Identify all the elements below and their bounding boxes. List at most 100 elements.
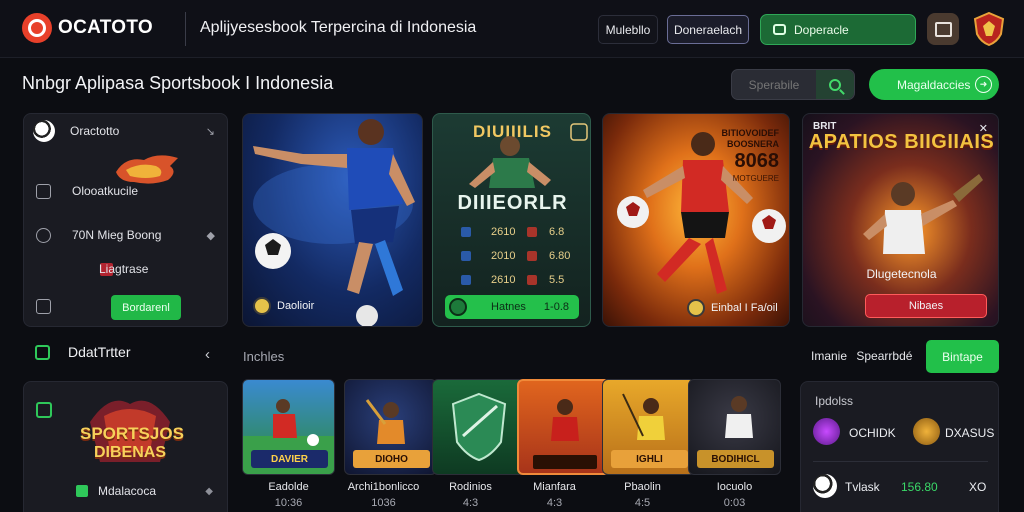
site-tagline: Aplijyesesbook Terpercina di Indonesia	[200, 19, 477, 36]
game-label: DAVIER	[251, 450, 328, 468]
odds-value: 2610	[491, 226, 516, 238]
odds-row[interactable]: 2610 6.8	[445, 221, 579, 243]
register-button[interactable]: Doneraelach	[667, 15, 749, 44]
phone-icon: ↘	[205, 125, 215, 138]
leaderboard-name: Tvlask	[845, 480, 880, 494]
message-icon[interactable]	[927, 13, 959, 45]
coin-icon	[253, 297, 271, 315]
search-field[interactable]	[731, 69, 855, 100]
promo-banner-4[interactable]: BRIT ✕ APATIOS BIIGIIAIS Dlugetecnola Ni…	[802, 113, 999, 327]
section-link-1[interactable]: Imanie	[811, 349, 847, 363]
team-badge-icon	[813, 418, 840, 445]
game-art	[533, 399, 597, 469]
sidebar-item-label: Olooatkucile	[72, 184, 139, 198]
odds-row[interactable]: 2610 5.5	[445, 269, 579, 291]
promo-banner-3[interactable]: BITIOVOIDEF BOOSNERA 8068 MOTGUERE Einba…	[602, 113, 790, 327]
chevron-down-icon: ◆	[206, 229, 215, 242]
brand-name: OCATOTO	[58, 17, 153, 38]
team-icon	[527, 251, 537, 261]
featured-row[interactable]: Mdalacoca	[76, 484, 156, 498]
odds-value: 5.5	[549, 274, 565, 286]
odds-row[interactable]: 2010 6.80	[445, 245, 579, 267]
promo-button[interactable]: Magaldaccies ➜	[869, 69, 999, 100]
page-title: Nnbgr Aplipasa Sportsbook I Indonesia	[22, 73, 334, 93]
ball-icon	[449, 298, 467, 316]
puzzle-icon	[36, 402, 52, 418]
camera-icon	[36, 299, 51, 314]
odds-value: 2010	[491, 250, 516, 262]
login-button[interactable]: Mulebllo	[598, 15, 658, 44]
section-title: DdatTrtter	[68, 344, 131, 360]
section-links: Imanie Spearrbdé	[811, 349, 918, 363]
banner-note: MOTGUERE	[732, 174, 779, 183]
game-count: 4:3	[546, 497, 563, 509]
game-tile[interactable]: BODIHICL	[688, 379, 781, 475]
divider	[185, 12, 186, 46]
banner-chip: Daolioir	[253, 294, 314, 318]
sidebar-item-oractotto[interactable]: Oractotto ↘	[24, 119, 229, 143]
chevron-left-icon[interactable]: ‹	[205, 346, 210, 363]
bet-button[interactable]: Hatnes 1-0.8	[445, 295, 579, 319]
sidebar-item-liagtrase[interactable]: Liagtrase	[24, 257, 229, 281]
game-tile[interactable]	[432, 379, 525, 475]
game-name: Rodinios	[449, 481, 492, 493]
sidebar-item-label: 70N Mieg Boong	[72, 228, 162, 242]
briefcase-icon	[35, 344, 50, 360]
coin-icon	[687, 299, 705, 317]
profile-shield-icon[interactable]	[973, 12, 1005, 46]
sidebar-item-mieg-boong[interactable]: 70N Mieg Boong ◆	[24, 223, 229, 247]
team-icon	[461, 275, 471, 285]
search-button[interactable]	[816, 70, 854, 99]
logo-line-1: SPORTSJOS	[80, 424, 184, 443]
calendar-icon	[36, 183, 51, 199]
game-name: Archi1bonlicco	[347, 481, 420, 493]
section-header-left: DdatTrtter	[35, 344, 131, 360]
brand-logo[interactable]: OCATOTO	[22, 13, 153, 43]
game-label: IGHLI	[611, 450, 688, 468]
banner-chip-label: Daolioir	[277, 300, 315, 312]
leaderboard-row[interactable]: OCHIDK DXASUS	[813, 418, 994, 448]
grid-icon	[76, 485, 88, 497]
sportsbook-logo[interactable]: SPORTSJOS DIBENAS	[80, 392, 184, 472]
team-icon	[461, 251, 471, 261]
game-tile[interactable]: DIOHO	[344, 379, 437, 475]
section-link-2[interactable]: Spearrbdé	[856, 349, 912, 363]
sidebar-item-olooatkucile[interactable]: Olooatkucile	[24, 179, 229, 203]
promo-button-label: Magaldaccies	[897, 77, 971, 92]
game-label: DIOHO	[353, 450, 430, 468]
leaderboard-title: Ipdolss	[815, 394, 854, 408]
game-name: Iocuolo	[716, 481, 753, 493]
odds-value: 2610	[491, 274, 516, 286]
leaderboard-row[interactable]: Tvlask 156.80 XO	[813, 474, 993, 504]
games-section-title: Inchles	[243, 349, 285, 364]
chevron-down-icon[interactable]: ◆	[205, 486, 213, 497]
banner-cta-label: Nibaes	[908, 300, 944, 312]
promo-banner-1[interactable]: Daolioir	[242, 113, 423, 327]
featured-row-label: Mdalacoca	[98, 484, 157, 498]
banner-header: BITIOVOIDEF BOOSNERA	[721, 128, 779, 149]
shield-crest-icon	[451, 392, 507, 462]
promo-banner-2[interactable]: DIUIIILIS DIIIEORLR 2610 6.8 2010 6.80 2…	[432, 113, 591, 327]
sidebar-item-label: Liagtrase	[99, 262, 149, 276]
game-tile[interactable]: DAVIER	[242, 379, 335, 475]
divider	[813, 461, 988, 462]
game-name: Pbaolin	[624, 481, 661, 493]
sidebar-panel: Oractotto ↘ Olooatkucile 70N Mieg Boong …	[23, 113, 228, 327]
banner-cta-button[interactable]: Nibaes	[865, 294, 987, 318]
sidebar-item-label: Oractotto	[70, 124, 120, 138]
soccer-ball-icon	[813, 474, 837, 498]
section-action-button[interactable]: Bintape	[926, 340, 999, 373]
odds-value: 6.80	[549, 250, 571, 262]
game-count: 4:5	[634, 497, 651, 509]
bet-odds: 1-0.8	[543, 301, 569, 313]
game-name: Mianfara	[533, 481, 576, 493]
search-input[interactable]	[732, 70, 816, 99]
game-tile[interactable]	[517, 379, 610, 475]
bet-button-label: Hatnes	[491, 301, 526, 313]
leaderboard-name: OCHIDK	[849, 426, 896, 440]
deposit-button[interactable]: Doperacle	[760, 14, 916, 45]
claim-button[interactable]: Bordarenl	[111, 295, 181, 320]
game-tile[interactable]: IGHLI	[602, 379, 695, 475]
banner-amount: 8068	[734, 150, 780, 172]
brand-logo-icon	[22, 13, 52, 43]
